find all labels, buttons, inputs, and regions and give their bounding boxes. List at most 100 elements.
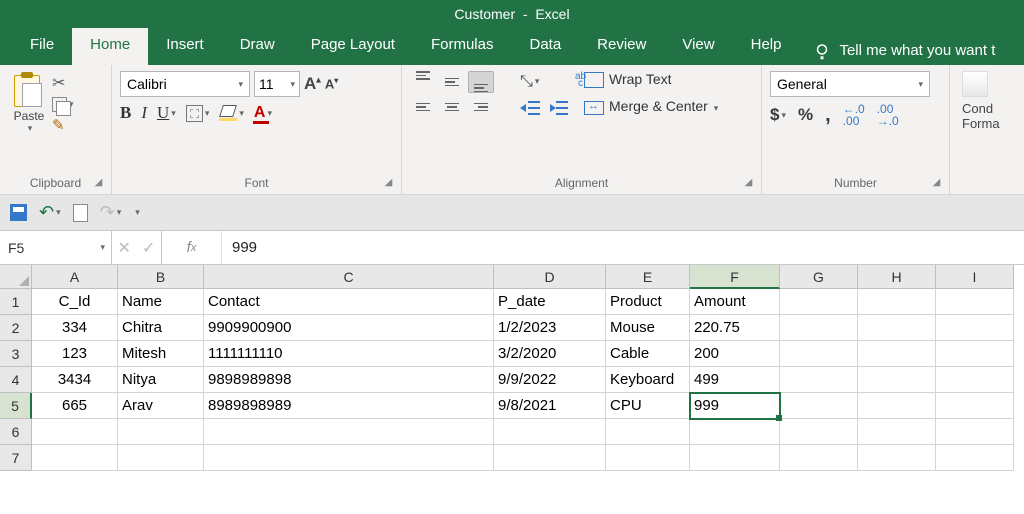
cell-D1[interactable]: P_date xyxy=(494,289,606,315)
cell-D7[interactable] xyxy=(494,445,606,471)
formula-input[interactable]: 999 xyxy=(222,231,1024,264)
cell-C1[interactable]: Contact xyxy=(204,289,494,315)
cell-C4[interactable]: 9898989898 xyxy=(204,367,494,393)
row-header-6[interactable]: 6 xyxy=(0,419,32,445)
align-center-button[interactable] xyxy=(439,96,465,118)
dialog-launcher-icon[interactable]: ◢ xyxy=(382,177,395,190)
column-header-F[interactable]: F xyxy=(690,265,780,289)
row-header-5[interactable]: 5 xyxy=(0,393,32,419)
borders-button[interactable]: ▾ xyxy=(186,105,210,122)
chevron-down-icon[interactable]: ▾ xyxy=(117,207,122,218)
select-all-button[interactable] xyxy=(0,265,32,289)
column-header-E[interactable]: E xyxy=(606,265,690,289)
chevron-down-icon[interactable]: ▾ xyxy=(171,108,176,119)
column-header-C[interactable]: C xyxy=(204,265,494,289)
decrease-indent-button[interactable] xyxy=(520,99,542,117)
cell-G6[interactable] xyxy=(780,419,858,445)
cell-F3[interactable]: 200 xyxy=(690,341,780,367)
cell-C3[interactable]: 1111111110 xyxy=(204,341,494,367)
cell-I3[interactable] xyxy=(936,341,1014,367)
cell-H2[interactable] xyxy=(858,315,936,341)
chevron-down-icon[interactable]: ▾ xyxy=(239,108,244,119)
chevron-down-icon[interactable]: ▾ xyxy=(56,207,61,218)
conditional-formatting-button[interactable]: Cond Forma xyxy=(958,71,1016,131)
cell-C6[interactable] xyxy=(204,419,494,445)
cell-H7[interactable] xyxy=(858,445,936,471)
cell-H4[interactable] xyxy=(858,367,936,393)
tell-me-search[interactable]: Tell me what you want t xyxy=(799,28,995,65)
chevron-down-icon[interactable]: ▾ xyxy=(267,108,272,119)
cell-F2[interactable]: 220.75 xyxy=(690,315,780,341)
cell-B6[interactable] xyxy=(118,419,204,445)
cell-E4[interactable]: Keyboard xyxy=(606,367,690,393)
cell-B7[interactable] xyxy=(118,445,204,471)
cell-F1[interactable]: Amount xyxy=(690,289,780,315)
align-bottom-button[interactable] xyxy=(468,71,494,93)
enter-formula-button[interactable]: ✓ xyxy=(142,238,155,258)
cell-B4[interactable]: Nitya xyxy=(118,367,204,393)
increase-indent-button[interactable] xyxy=(548,99,570,117)
cell-A4[interactable]: 3434 xyxy=(32,367,118,393)
percent-button[interactable]: % xyxy=(798,105,813,125)
dialog-launcher-icon[interactable]: ◢ xyxy=(742,177,755,190)
save-button[interactable] xyxy=(10,204,27,221)
cell-B1[interactable]: Name xyxy=(118,289,204,315)
column-header-D[interactable]: D xyxy=(494,265,606,289)
cell-G1[interactable] xyxy=(780,289,858,315)
cell-D5[interactable]: 9/8/2021 xyxy=(494,393,606,419)
chevron-down-icon[interactable]: ▾ xyxy=(714,103,719,113)
dialog-launcher-icon[interactable]: ◢ xyxy=(92,177,105,190)
bold-button[interactable]: B xyxy=(120,103,131,123)
cell-C2[interactable]: 9909900900 xyxy=(204,315,494,341)
cell-A3[interactable]: 123 xyxy=(32,341,118,367)
number-format-select[interactable]: General▾ xyxy=(770,71,930,97)
cell-D2[interactable]: 1/2/2023 xyxy=(494,315,606,341)
tab-data[interactable]: Data xyxy=(511,28,579,65)
chevron-down-icon[interactable]: ▾ xyxy=(781,110,786,121)
fx-button[interactable]: fx xyxy=(162,231,222,264)
cell-A1[interactable]: C_Id xyxy=(32,289,118,315)
cell-A6[interactable] xyxy=(32,419,118,445)
tab-home[interactable]: Home xyxy=(72,28,148,65)
cell-B2[interactable]: Chitra xyxy=(118,315,204,341)
row-header-1[interactable]: 1 xyxy=(0,289,32,315)
format-painter-button[interactable]: ✎ xyxy=(52,116,74,134)
column-header-H[interactable]: H xyxy=(858,265,936,289)
cell-G3[interactable] xyxy=(780,341,858,367)
cell-D3[interactable]: 3/2/2020 xyxy=(494,341,606,367)
decrease-decimal-button[interactable]: .00→.0 xyxy=(877,103,899,127)
row-header-4[interactable]: 4 xyxy=(0,367,32,393)
tab-file[interactable]: File xyxy=(12,28,72,65)
comma-style-button[interactable]: , xyxy=(825,104,831,127)
copy-button[interactable]: ▾ xyxy=(52,97,74,112)
chevron-down-icon[interactable]: ▾ xyxy=(535,76,540,87)
increase-font-button[interactable]: A▴ xyxy=(304,74,321,94)
paste-button[interactable]: Paste ▾ xyxy=(8,71,50,134)
cell-F5[interactable]: 999 xyxy=(690,393,780,419)
underline-button[interactable]: U▾ xyxy=(157,103,176,123)
cell-C5[interactable]: 8989898989 xyxy=(204,393,494,419)
cell-G5[interactable] xyxy=(780,393,858,419)
cell-B3[interactable]: Mitesh xyxy=(118,341,204,367)
align-right-button[interactable] xyxy=(468,96,494,118)
cell-A5[interactable]: 665 xyxy=(32,393,118,419)
cell-E1[interactable]: Product xyxy=(606,289,690,315)
tab-view[interactable]: View xyxy=(664,28,732,65)
tab-review[interactable]: Review xyxy=(579,28,664,65)
merge-center-button[interactable]: Merge & Center ▾ xyxy=(584,98,718,114)
cancel-formula-button[interactable]: ✕ xyxy=(118,238,131,258)
cell-H1[interactable] xyxy=(858,289,936,315)
fill-color-button[interactable]: ▾ xyxy=(219,105,244,121)
tab-formulas[interactable]: Formulas xyxy=(413,28,512,65)
chevron-down-icon[interactable]: ▾ xyxy=(205,108,210,119)
align-top-button[interactable] xyxy=(410,71,436,93)
cell-F7[interactable] xyxy=(690,445,780,471)
chevron-down-icon[interactable]: ▾ xyxy=(100,242,105,253)
font-name-select[interactable]: Calibri▾ xyxy=(120,71,250,97)
align-left-button[interactable] xyxy=(410,96,436,118)
new-file-button[interactable] xyxy=(73,204,88,222)
name-box[interactable]: F5▾ xyxy=(0,231,112,264)
undo-button[interactable]: ↶▾ xyxy=(39,202,61,223)
row-header-3[interactable]: 3 xyxy=(0,341,32,367)
column-header-B[interactable]: B xyxy=(118,265,204,289)
